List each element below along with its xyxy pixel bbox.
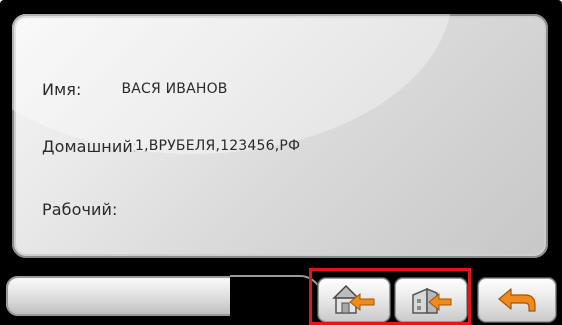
home-address-label: Домашний: [42,136,135,156]
work-address-label: Рабочий: [42,199,118,219]
home-address-row: Домашний: 1,ВРУБЕЛЯ,123456,РФ [42,133,300,159]
work-address-row: Рабочий: [42,196,118,222]
home-address-value: 1,ВРУБЕЛЯ,123456,РФ [135,138,301,154]
name-row: Имя: ВАСЯ ИВАНОВ [42,76,228,102]
contact-details-panel: Имя: ВАСЯ ИВАНОВ Домашний: 1,ВРУБЕЛЯ,123… [12,14,548,258]
back-arrow-icon [498,288,536,312]
selection-highlight [309,268,471,325]
device-screen: Имя: ВАСЯ ИВАНОВ Домашний: 1,ВРУБЕЛЯ,123… [0,0,562,325]
name-value: ВАСЯ ИВАНОВ [121,81,228,97]
name-label: Имя: [42,79,82,99]
back-button[interactable] [478,278,556,322]
